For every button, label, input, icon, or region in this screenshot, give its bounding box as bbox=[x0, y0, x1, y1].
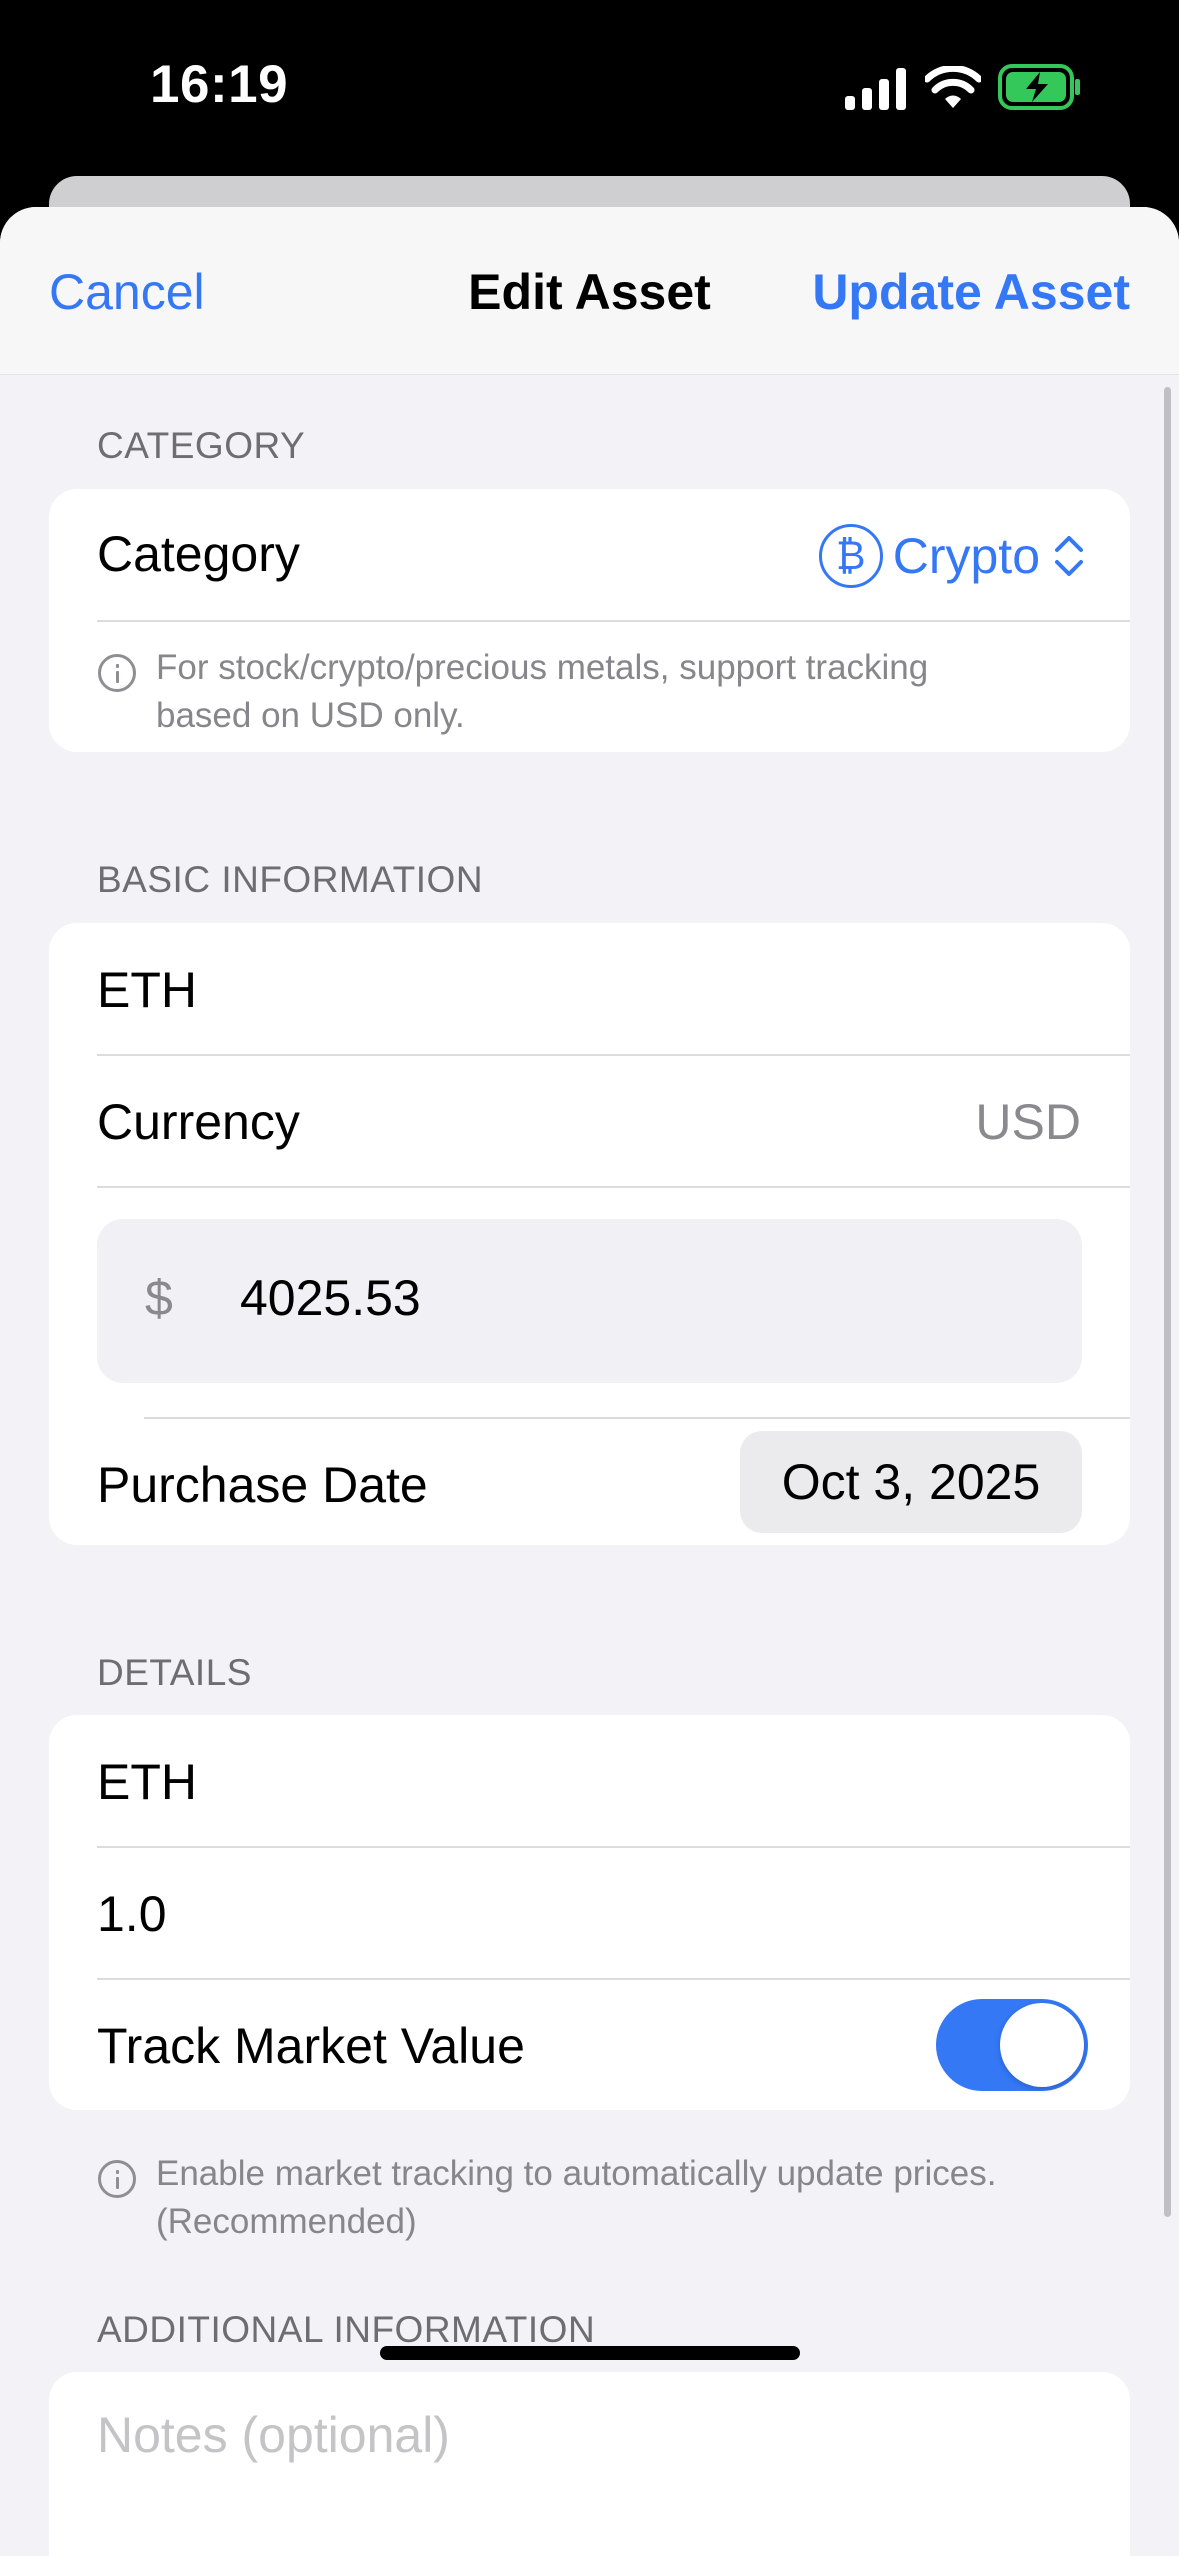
update-asset-button[interactable]: Update Asset bbox=[812, 263, 1130, 321]
category-card: Category ₿ Crypto For stock/crypto/preci… bbox=[49, 489, 1130, 752]
currency-value: USD bbox=[975, 1094, 1081, 1150]
wifi-icon bbox=[925, 66, 981, 108]
category-info-text: For stock/crypto/precious metals, suppor… bbox=[156, 644, 928, 740]
quantity-field[interactable]: 1.0 bbox=[49, 1847, 1130, 1978]
info-line: based on USD only. bbox=[156, 696, 465, 735]
info-icon bbox=[98, 654, 136, 692]
toggle-knob bbox=[1000, 2003, 1084, 2087]
details-card: ETH 1.0 Track Market Value bbox=[49, 1715, 1130, 2110]
currency-symbol: $ bbox=[145, 1270, 173, 1326]
notes-input[interactable]: Notes (optional) bbox=[97, 2406, 450, 2464]
basic-info-card: ETH Currency USD $ 4025.53 Purchase Date… bbox=[49, 923, 1130, 1545]
category-value: Crypto bbox=[892, 528, 1040, 584]
track-info-text: Enable market tracking to automatically … bbox=[156, 2150, 996, 2246]
chevron-up-down-icon bbox=[1055, 536, 1083, 576]
track-market-value-label: Track Market Value bbox=[97, 2018, 525, 2074]
info-icon bbox=[98, 2160, 136, 2198]
price-input[interactable]: $ 4025.53 bbox=[97, 1219, 1082, 1383]
edit-asset-sheet: Cancel Edit Asset Update Asset CATEGORY … bbox=[0, 207, 1179, 2556]
additional-info-section-header: ADDITIONAL INFORMATION bbox=[97, 2309, 596, 2350]
purchase-date-row: Purchase Date Oct 3, 2025 bbox=[49, 1418, 1130, 1545]
asset-name-value: ETH bbox=[97, 962, 197, 1018]
scroll-indicator[interactable] bbox=[1164, 387, 1171, 2217]
price-value: 4025.53 bbox=[240, 1270, 421, 1326]
divider bbox=[97, 620, 1130, 622]
divider bbox=[97, 1186, 1130, 1188]
category-label: Category bbox=[97, 526, 300, 582]
status-time: 16:19 bbox=[150, 55, 289, 114]
currency-label: Currency bbox=[97, 1094, 300, 1150]
bitcoin-icon: ₿ bbox=[818, 524, 883, 588]
basic-info-section-header: BASIC INFORMATION bbox=[97, 859, 484, 900]
category-section-header: CATEGORY bbox=[97, 425, 306, 466]
home-indicator[interactable] bbox=[380, 2346, 800, 2360]
info-line: Enable market tracking to automatically … bbox=[156, 2154, 997, 2193]
battery-charging-icon bbox=[998, 64, 1080, 110]
asset-name-field[interactable]: ETH bbox=[49, 923, 1130, 1054]
track-market-value-row: Track Market Value bbox=[49, 1979, 1130, 2110]
purchase-date-label: Purchase Date bbox=[97, 1457, 428, 1513]
quantity-value: 1.0 bbox=[97, 1886, 167, 1942]
navigation-bar: Cancel Edit Asset Update Asset bbox=[0, 207, 1179, 375]
category-picker[interactable]: ₿ Crypto bbox=[818, 521, 1086, 591]
notes-card: Notes (optional) bbox=[49, 2372, 1130, 2556]
info-line: (Recommended) bbox=[156, 2202, 417, 2241]
track-market-value-toggle[interactable] bbox=[936, 1999, 1088, 2091]
symbol-value: ETH bbox=[97, 1754, 197, 1810]
cellular-signal-icon bbox=[845, 68, 906, 110]
symbol-field[interactable]: ETH bbox=[49, 1715, 1130, 1846]
purchase-date-picker[interactable]: Oct 3, 2025 bbox=[740, 1431, 1082, 1533]
details-section-header: DETAILS bbox=[97, 1652, 252, 1693]
category-row[interactable]: Category ₿ Crypto bbox=[49, 489, 1130, 621]
info-line: For stock/crypto/precious metals, suppor… bbox=[156, 648, 929, 687]
status-bar: 16:19 bbox=[0, 0, 1179, 180]
currency-row[interactable]: Currency USD bbox=[49, 1055, 1130, 1186]
